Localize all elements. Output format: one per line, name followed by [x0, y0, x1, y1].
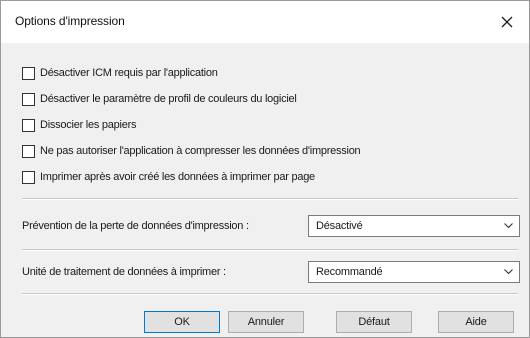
unit-value: Recommandé	[316, 266, 383, 278]
option-ungroup-papers[interactable]: Dissocier les papiers	[22, 117, 136, 133]
dialog-title: Options d'impression	[15, 14, 125, 28]
option-label: Ne pas autoriser l'application à compres…	[40, 145, 361, 157]
checkbox[interactable]	[22, 66, 35, 80]
prevention-label: Prévention de la perte de données d'impr…	[22, 220, 249, 232]
option-no-compression[interactable]: Ne pas autoriser l'application à compres…	[22, 143, 361, 159]
separator	[22, 293, 518, 295]
dialog-body: Désactiver ICM requis par l'application …	[1, 43, 529, 337]
option-label: Dissocier les papiers	[40, 119, 137, 131]
checkbox[interactable]	[22, 170, 35, 184]
option-label: Imprimer après avoir créé les données à …	[40, 171, 315, 183]
chevron-down-icon	[504, 269, 513, 275]
prevention-select[interactable]: Désactivé	[308, 215, 520, 237]
option-disable-color-profile[interactable]: Désactiver le paramètre de profil de cou…	[22, 91, 297, 107]
chevron-down-icon	[504, 223, 513, 229]
ok-button[interactable]: OK	[144, 311, 220, 333]
option-label: Désactiver ICM requis par l'application	[40, 67, 218, 79]
unit-label: Unité de traitement de données à imprime…	[22, 266, 226, 278]
option-label: Désactiver le paramètre de profil de cou…	[40, 93, 297, 105]
checkbox[interactable]	[22, 92, 35, 106]
checkbox[interactable]	[22, 118, 35, 132]
checkbox[interactable]	[22, 144, 35, 158]
option-print-per-page[interactable]: Imprimer après avoir créé les données à …	[22, 169, 315, 185]
print-options-dialog: Options d'impression Désactiver ICM requ…	[0, 0, 530, 338]
close-button[interactable]	[485, 1, 529, 43]
help-button[interactable]: Aide	[438, 311, 514, 333]
prevention-value: Désactivé	[316, 220, 363, 232]
separator	[22, 249, 518, 251]
close-icon	[501, 16, 513, 28]
cancel-button[interactable]: Annuler	[228, 311, 304, 333]
unit-select[interactable]: Recommandé	[308, 261, 520, 283]
default-button[interactable]: Défaut	[336, 311, 412, 333]
separator	[22, 198, 518, 200]
option-disable-icm[interactable]: Désactiver ICM requis par l'application	[22, 65, 218, 81]
title-bar: Options d'impression	[1, 1, 529, 43]
